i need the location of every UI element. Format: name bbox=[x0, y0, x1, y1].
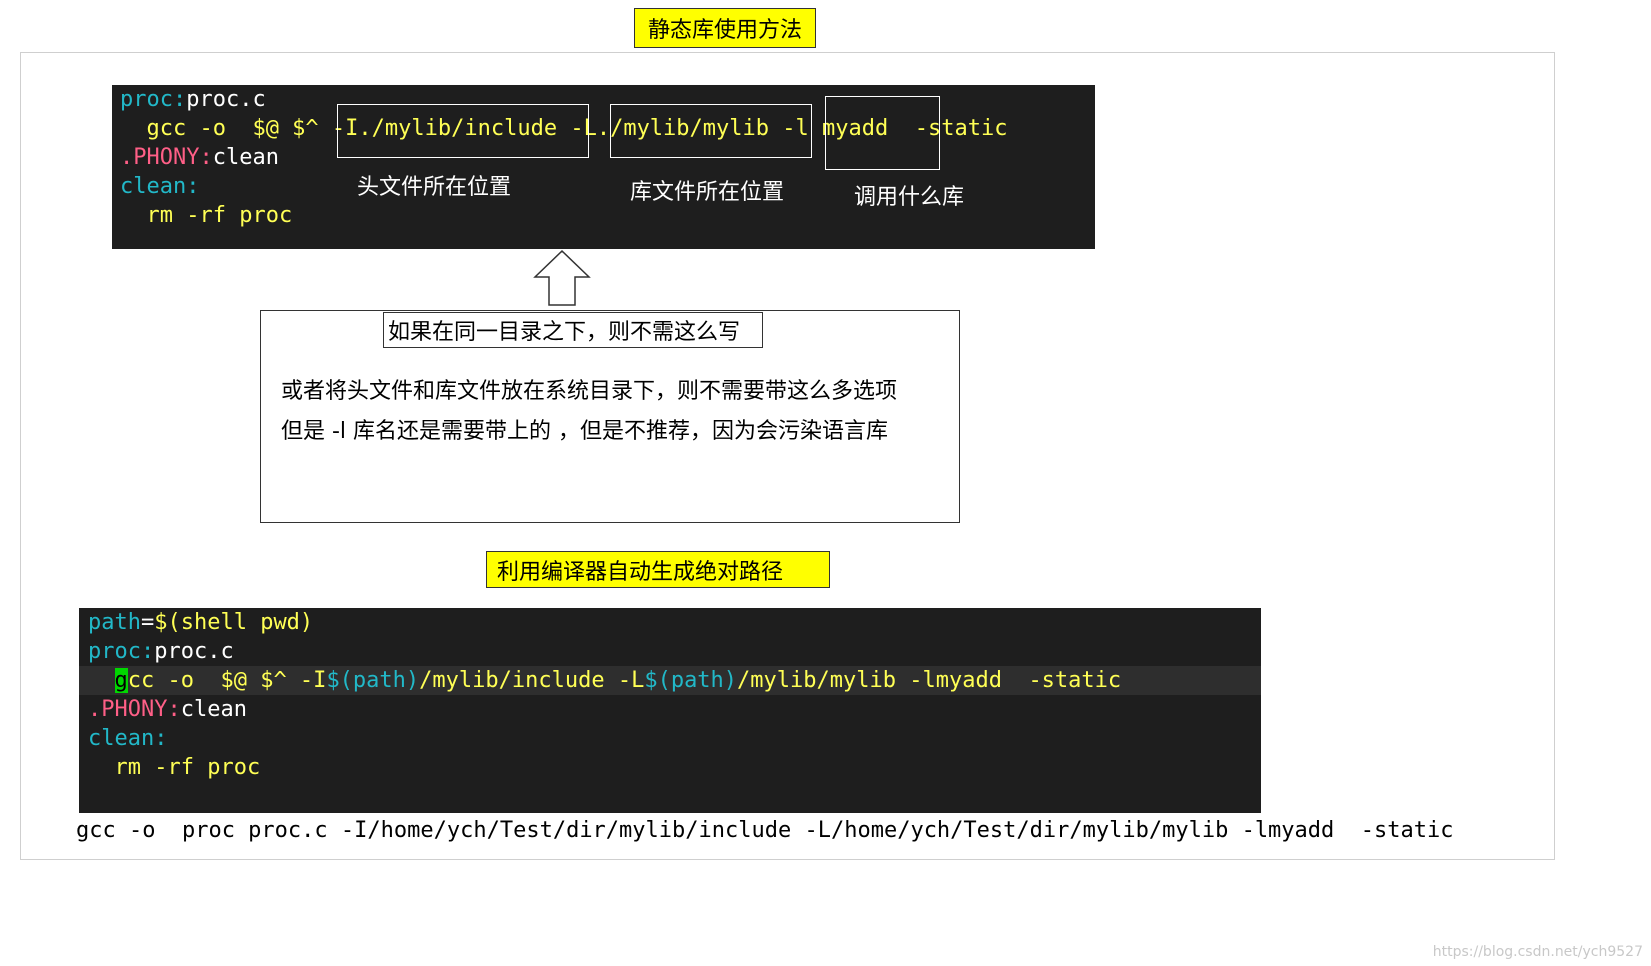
text-cursor: g bbox=[114, 668, 128, 693]
t1-line-5: rm -rf proc bbox=[120, 201, 292, 230]
t1-dep: proc.c bbox=[186, 87, 266, 112]
note-which-lib: 调用什么库 bbox=[854, 185, 965, 210]
t2-lib-part: /mylib/mylib -lmyadd -static bbox=[737, 668, 1122, 693]
explanation-line-2: 但是 -l 库名还是需要带上的 ，但是不推荐，因为会污染语言库 bbox=[281, 419, 889, 444]
t2-line-4: .PHONY:clean bbox=[88, 695, 247, 724]
t2-target: proc: bbox=[88, 639, 155, 664]
note-lib-location: 库文件所在位置 bbox=[630, 180, 785, 205]
t2-rm: rm -rf proc bbox=[88, 755, 261, 780]
t1-clean-target: clean: bbox=[120, 174, 200, 199]
t2-path-ref-1: $(path) bbox=[326, 668, 420, 693]
t2-clean-target: clean: bbox=[88, 726, 168, 751]
expanded-gcc-command: gcc -o proc proc.c -I/home/ych/Test/dir/… bbox=[76, 818, 1454, 843]
makefile-terminal-2: path=$(shell pwd) proc:proc.c gcc -o $@ … bbox=[79, 608, 1261, 813]
t2-shell-pwd: $(shell pwd) bbox=[154, 610, 314, 635]
up-arrow-icon bbox=[533, 249, 591, 306]
t1-rm: rm -rf proc bbox=[120, 203, 293, 228]
t2-dep: proc.c bbox=[154, 639, 234, 664]
t1-gcc: gcc -o $@ $^ bbox=[120, 116, 332, 141]
t1-phony-target: clean bbox=[212, 145, 279, 170]
libname-flag-box bbox=[825, 96, 940, 170]
t1-line-1: proc:proc.c bbox=[120, 85, 266, 114]
t2-phony-target: clean bbox=[180, 697, 247, 722]
explanation-title: 如果在同一目录之下，则不需这么写 bbox=[383, 312, 763, 348]
include-flag-box bbox=[337, 104, 589, 158]
t2-line-6: rm -rf proc bbox=[88, 753, 260, 782]
absolute-path-title: 利用编译器自动生成绝对路径 bbox=[486, 551, 830, 588]
t2-path-var: path bbox=[88, 610, 141, 635]
explanation-box: 如果在同一目录之下，则不需这么写 或者将头文件和库文件放在系统目录下，则不需要带… bbox=[260, 310, 960, 523]
t2-path-ref-2: $(path) bbox=[644, 668, 738, 693]
static-lib-usage-title: 静态库使用方法 bbox=[634, 8, 816, 48]
t1-target: proc: bbox=[120, 87, 187, 112]
t2-phony: .PHONY: bbox=[88, 697, 181, 722]
watermark: https://blog.csdn.net/ych9527 bbox=[1432, 944, 1643, 960]
makefile-terminal-1: proc:proc.c gcc -o $@ $^ -I./mylib/inclu… bbox=[112, 85, 1095, 249]
t2-gcc: cc -o $@ $^ -I bbox=[127, 668, 327, 693]
t1-line-3: .PHONY:clean bbox=[120, 143, 279, 172]
t2-include-part: /mylib/include -L bbox=[419, 668, 645, 693]
t1-phony: .PHONY: bbox=[120, 145, 213, 170]
t2-line-5: clean: bbox=[88, 724, 167, 753]
t2-line-3: gcc -o $@ $^ -I$(path)/mylib/include -L$… bbox=[88, 666, 1121, 695]
t2-assign: = bbox=[140, 610, 155, 635]
t2-line-1: path=$(shell pwd) bbox=[88, 608, 313, 637]
t2-line-2: proc:proc.c bbox=[88, 637, 234, 666]
explanation-line-1: 或者将头文件和库文件放在系统目录下，则不需要带这么多选项 bbox=[281, 379, 898, 404]
note-include-location: 头文件所在位置 bbox=[357, 175, 512, 200]
lib-flag-box bbox=[610, 104, 812, 158]
t1-line-4: clean: bbox=[120, 172, 199, 201]
